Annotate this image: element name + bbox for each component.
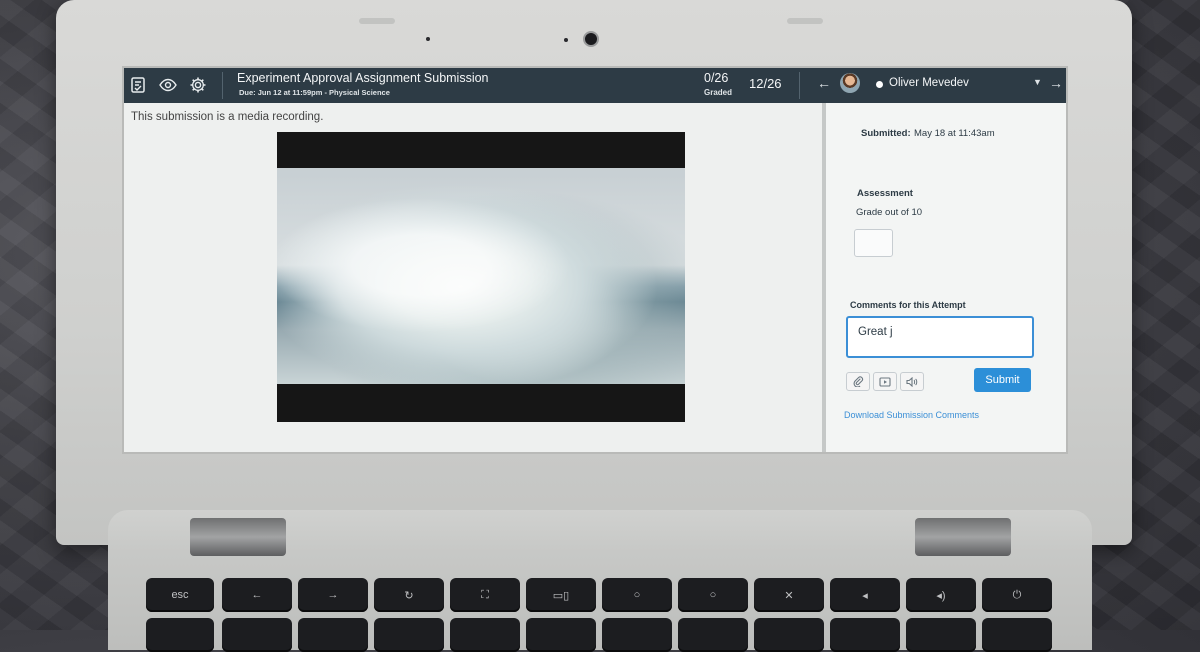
submission-content: This submission is a media recording. (124, 103, 824, 452)
brightness-down-key[interactable]: ○ (602, 578, 672, 612)
refresh-key[interactable]: ↻ (374, 578, 444, 612)
video-frame (277, 168, 685, 384)
assessment-heading: Assessment (857, 188, 913, 199)
avatar (840, 73, 860, 93)
keyboard-key[interactable] (146, 618, 214, 652)
submitted-label: Submitted: (861, 128, 911, 139)
submitted-date: May 18 at 11:43am (914, 128, 995, 139)
webcam-icon (583, 31, 599, 47)
previous-student-arrow-icon[interactable]: ← (817, 75, 831, 91)
media-notice: This submission is a media recording. (131, 111, 324, 123)
grade-input[interactable] (854, 229, 893, 257)
keyboard-key[interactable] (830, 618, 900, 652)
chevron-down-icon[interactable]: ▼ (1033, 77, 1042, 87)
grade-label: Grade out of 10 (856, 207, 923, 218)
header-divider (799, 72, 800, 99)
keyboard-key[interactable] (602, 618, 672, 652)
sensor-dot (564, 38, 568, 42)
keyboard-key[interactable] (298, 618, 368, 652)
volume-down-key[interactable]: ◂ (830, 578, 900, 612)
comment-input[interactable]: Great j (846, 316, 1034, 358)
lid-notch (787, 18, 823, 24)
sensor-dot (426, 37, 430, 41)
right-hinge (915, 518, 1011, 556)
lid-notch (359, 18, 395, 24)
forward-key[interactable]: → (298, 578, 368, 612)
graded-label: Graded (704, 88, 733, 97)
left-hinge (190, 518, 286, 556)
back-key[interactable]: ← (222, 578, 292, 612)
power-key[interactable]: ⏻ (982, 578, 1052, 612)
grading-sidebar: Submitted: May 18 at 11:43am Assessment … (826, 103, 1066, 452)
keyboard-key[interactable] (222, 618, 292, 652)
volume-up-key[interactable]: ◂) (906, 578, 976, 612)
speaker-icon (906, 376, 918, 387)
student-selector[interactable]: Oliver Mevedev (889, 77, 969, 89)
graded-count: 0/26 (704, 71, 729, 85)
video-icon (879, 376, 891, 387)
download-comments-link[interactable]: Download Submission Comments (844, 410, 979, 420)
paperclip-icon (853, 376, 863, 387)
submit-button[interactable]: Submit (974, 368, 1031, 392)
attach-file-button[interactable] (846, 372, 870, 391)
speedgrader-header: Experiment Approval Assignment Submissio… (124, 68, 1066, 103)
next-student-arrow-icon[interactable]: → (1049, 75, 1063, 91)
overview-key[interactable]: ▭▯ (526, 578, 596, 612)
keyboard-key[interactable] (374, 618, 444, 652)
mute-key[interactable]: ✕ (754, 578, 824, 612)
brightness-up-key[interactable]: ○ (678, 578, 748, 612)
comments-label: Comments for this Attempt (850, 300, 966, 310)
media-comment-button[interactable] (873, 372, 897, 391)
student-position: 12/26 (749, 76, 782, 91)
keyboard-key[interactable] (450, 618, 520, 652)
eye-icon[interactable] (157, 74, 179, 96)
keyboard-key[interactable] (906, 618, 976, 652)
comment-text: Great j (858, 326, 893, 338)
media-player[interactable] (277, 132, 685, 422)
laptop-screen: Experiment Approval Assignment Submissio… (122, 66, 1068, 454)
audio-comment-button[interactable] (900, 372, 924, 391)
status-dot-icon (876, 81, 883, 88)
keyboard-key[interactable] (982, 618, 1052, 652)
assignment-title[interactable]: Experiment Approval Assignment Submissio… (237, 71, 489, 85)
keyboard-key[interactable] (678, 618, 748, 652)
header-divider (222, 72, 223, 99)
esc-key[interactable]: esc (146, 578, 214, 612)
keyboard-key[interactable] (526, 618, 596, 652)
due-date: Due: Jun 12 at 11:59pm - Physical Scienc… (239, 88, 390, 97)
gear-icon[interactable] (187, 74, 209, 96)
fullscreen-key[interactable]: ⛶ (450, 578, 520, 612)
gradebook-icon[interactable] (127, 74, 149, 96)
keyboard-key[interactable] (754, 618, 824, 652)
